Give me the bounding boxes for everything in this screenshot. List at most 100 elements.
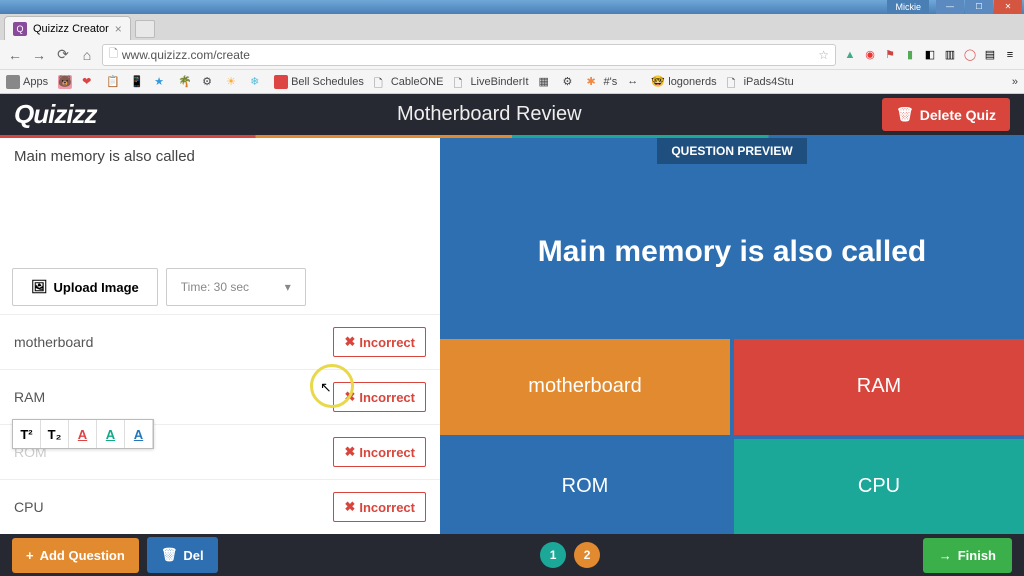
bookmarks-bar: Apps 🐻 ❤ 📋 📱 ★ 🌴 ⚙ ☀ ❄ Bell Schedules 🗋C… <box>0 70 1024 94</box>
forward-icon[interactable]: → <box>30 47 48 63</box>
preview-answers: motherboard RAM ROM CPU <box>440 339 1024 534</box>
bookmark-item[interactable]: 📋 <box>106 75 120 89</box>
star-icon[interactable]: ☆ <box>818 48 829 62</box>
delete-question-button[interactable]: 🗑 Del <box>147 537 218 573</box>
bookmark-item[interactable]: ⚙ <box>563 75 577 89</box>
answer-row[interactable]: CPU ✖Incorrect <box>0 479 440 534</box>
bookmark-item[interactable]: 🗋CableONE <box>374 75 444 89</box>
answer-text[interactable]: RAM <box>14 389 45 405</box>
subscript-button[interactable]: T₂ <box>41 420 69 448</box>
ext-icon[interactable]: ▲ <box>842 47 858 63</box>
correctness-toggle[interactable]: ✖Incorrect <box>333 437 426 467</box>
question-input[interactable]: Main memory is also called <box>0 138 440 260</box>
image-icon: 🖼 <box>31 279 48 295</box>
ext-icon[interactable]: ◯ <box>962 47 978 63</box>
url-text: www.quizizz.com/create <box>122 48 250 62</box>
question-number[interactable]: 1 <box>540 542 566 568</box>
window-minimize[interactable]: — <box>936 0 964 14</box>
preview-question: Main memory is also called <box>440 164 1024 339</box>
tab-close-icon[interactable]: × <box>115 22 122 36</box>
answer-text[interactable]: CPU <box>14 499 44 515</box>
editor-panel: Main memory is also called 🖼 Upload Imag… <box>0 138 440 534</box>
bookmark-item[interactable]: ❄ <box>250 75 264 89</box>
extensions: ▲ ◉ ⚑ ▮ ◧ ▥ ◯ ▤ ≡ <box>842 47 1018 63</box>
chevron-down-icon: ▾ <box>285 280 291 294</box>
window-maximize[interactable]: ☐ <box>965 0 993 14</box>
bookmarks-overflow[interactable]: » <box>1012 76 1018 88</box>
answer-row[interactable]: RAM ✖Incorrect <box>0 369 440 424</box>
home-icon[interactable]: ⌂ <box>78 47 96 63</box>
question-pager: 1 2 <box>226 542 915 568</box>
color-green-button[interactable]: A <box>97 420 125 448</box>
x-icon: ✖ <box>344 334 355 350</box>
bookmark-item[interactable]: ▦ <box>539 75 553 89</box>
correctness-toggle[interactable]: ✖Incorrect <box>333 492 426 522</box>
trash-icon: 🗑 <box>161 547 178 563</box>
new-tab-button[interactable] <box>135 20 155 38</box>
ext-icon[interactable]: ◧ <box>922 47 938 63</box>
bookmark-item[interactable]: ⚙ <box>202 75 216 89</box>
window-titlebar: Mickie — ☐ ✕ <box>0 0 1024 14</box>
format-toolbar: T² T₂ A A A <box>12 419 154 449</box>
ext-icon[interactable]: ◉ <box>862 47 878 63</box>
upload-image-button[interactable]: 🖼 Upload Image <box>12 268 158 306</box>
bookmark-item[interactable]: 🤓logonerds <box>651 75 716 89</box>
bookmark-item[interactable]: Bell Schedules <box>274 75 364 89</box>
window-close[interactable]: ✕ <box>994 0 1022 14</box>
preview-tile: motherboard <box>440 339 730 435</box>
window-user: Mickie <box>887 0 929 14</box>
logo: Quizizz <box>14 99 97 130</box>
apps-button[interactable]: Apps <box>6 75 48 89</box>
page-icon: 🗋 <box>109 45 118 64</box>
bookmark-item[interactable]: ❤ <box>82 75 96 89</box>
question-number[interactable]: 2 <box>574 542 600 568</box>
bookmark-item[interactable]: ↔ <box>627 75 641 89</box>
x-icon: ✖ <box>344 389 355 405</box>
browser-tab[interactable]: Q Quizizz Creator × <box>4 16 131 40</box>
favicon-icon: Q <box>13 22 27 36</box>
preview-tile: ROM <box>440 439 730 535</box>
bookmark-item[interactable]: ☀ <box>226 75 240 89</box>
delete-quiz-button[interactable]: 🗑 Delete Quiz <box>882 98 1010 131</box>
answer-text[interactable]: motherboard <box>14 334 93 350</box>
preview-panel: QUESTION PREVIEW Main memory is also cal… <box>440 138 1024 534</box>
bookmark-item[interactable]: ★ <box>154 75 168 89</box>
add-question-button[interactable]: + Add Question <box>12 538 139 573</box>
ext-icon[interactable]: ⚑ <box>882 47 898 63</box>
browser-toolbar: ← → ⟳ ⌂ 🗋 www.quizizz.com/create ☆ ▲ ◉ ⚑… <box>0 40 1024 70</box>
superscript-button[interactable]: T² <box>13 420 41 448</box>
bookmark-item[interactable]: 🐻 <box>58 75 72 89</box>
finish-button[interactable]: → Finish <box>923 538 1012 573</box>
reload-icon[interactable]: ⟳ <box>54 46 72 63</box>
app-body: Main memory is also called 🖼 Upload Imag… <box>0 138 1024 534</box>
arrow-right-icon: → <box>939 548 952 563</box>
menu-icon[interactable]: ≡ <box>1002 47 1018 63</box>
color-red-button[interactable]: A <box>69 420 97 448</box>
bookmark-item[interactable]: 🗋LiveBinderIt <box>453 75 528 89</box>
bookmark-item[interactable]: 🗋iPads4Stu <box>727 75 794 89</box>
preview-tile: CPU <box>734 439 1024 535</box>
color-blue-button[interactable]: A <box>125 420 153 448</box>
bookmark-item[interactable]: ✱#'s <box>587 75 618 89</box>
bookmark-item[interactable]: 📱 <box>130 75 144 89</box>
correctness-toggle[interactable]: ✖Incorrect <box>333 327 426 357</box>
ext-icon[interactable]: ▤ <box>982 47 998 63</box>
answer-row[interactable]: ROM ✖Incorrect T² T₂ A A A <box>0 424 440 479</box>
bookmark-item[interactable]: 🌴 <box>178 75 192 89</box>
plus-icon: + <box>26 548 34 563</box>
preview-label: QUESTION PREVIEW <box>657 138 806 164</box>
correctness-toggle[interactable]: ✖Incorrect <box>333 382 426 412</box>
editor-controls: 🖼 Upload Image Time: 30 sec ▾ <box>0 260 440 314</box>
preview-tile: RAM <box>734 339 1024 435</box>
time-select[interactable]: Time: 30 sec ▾ <box>166 268 306 306</box>
back-icon[interactable]: ← <box>6 47 24 63</box>
ext-icon[interactable]: ▮ <box>902 47 918 63</box>
answer-row[interactable]: motherboard ✖Incorrect <box>0 314 440 369</box>
x-icon: ✖ <box>344 444 355 460</box>
address-bar[interactable]: 🗋 www.quizizz.com/create ☆ <box>102 44 836 66</box>
tab-title: Quizizz Creator <box>33 23 109 35</box>
x-icon: ✖ <box>344 499 355 515</box>
ext-icon[interactable]: ▥ <box>942 47 958 63</box>
browser-tabstrip: Q Quizizz Creator × <box>0 14 1024 40</box>
quiz-title[interactable]: Motherboard Review <box>97 103 882 126</box>
